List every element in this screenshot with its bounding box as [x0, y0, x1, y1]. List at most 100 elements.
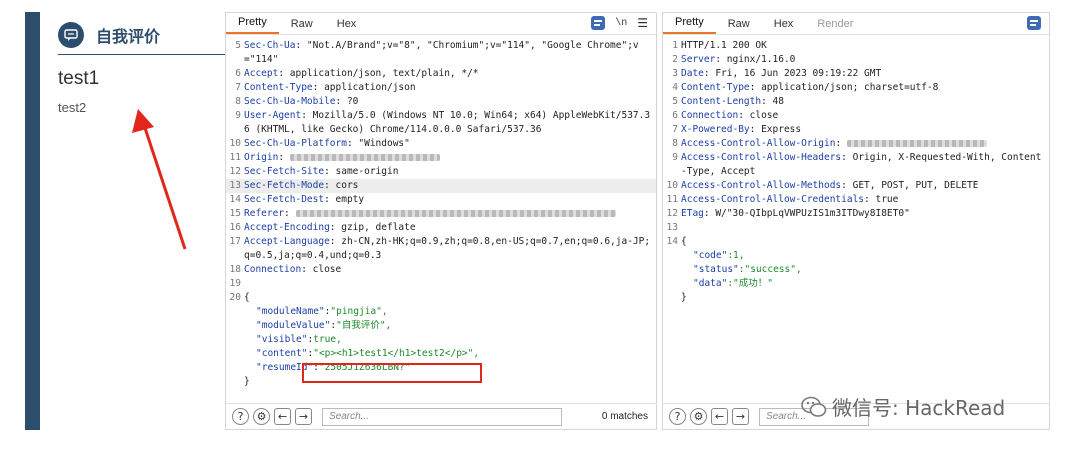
line-number: 8 [672, 138, 678, 149]
header-line: 10 Access-Control-Allow-Methods: GET, POS… [663, 179, 1049, 193]
help-icon[interactable]: ? [669, 408, 686, 425]
header-name: Sec-Fetch-Mode [244, 180, 325, 191]
request-search-input[interactable]: Search... [322, 407, 562, 426]
header-value: : 48 [761, 96, 784, 107]
header-content: Connection: close [244, 263, 656, 277]
line-number [226, 333, 244, 347]
header-content: Access-Control-Allow-Methods: GET, POST,… [681, 179, 1049, 193]
next-match-button[interactable]: → [732, 408, 749, 425]
help-icon[interactable]: ? [232, 408, 249, 425]
line-number: 5 [235, 40, 241, 51]
json-field: "content":"<p><h1>test1</h1>test2</p>", [226, 347, 656, 361]
tab-pretty[interactable]: Pretty [226, 16, 279, 34]
header-content: Sec-Ch-Ua-Mobile: ?0 [244, 95, 656, 109]
header-line: 11 Origin: [226, 151, 656, 165]
header-name: Accept-Encoding [244, 222, 330, 233]
redacted-value [289, 154, 440, 161]
line-number: 14 [666, 236, 678, 247]
header-value: : application/json, text/plain, */* [278, 68, 479, 79]
header-value: : same-origin [324, 166, 399, 177]
header-content: User-Agent: Mozilla/5.0 (Windows NT 10.0… [244, 109, 656, 137]
redacted-value [846, 140, 987, 147]
header-value: : "Not.A/Brand";v="8", "Chromium";v="114… [244, 40, 639, 65]
header-content: Accept-Encoding: gzip, deflate [244, 221, 656, 235]
menu-icon[interactable]: ☰ [637, 17, 648, 29]
response-editor[interactable]: 1 HTTP/1.1 200 OK 2 Server: nginx/1.16.0 3 Da… [663, 39, 1049, 403]
match-count: 0 matches [601, 411, 648, 422]
json-value: :"成功！" [727, 278, 773, 289]
header-line: 13 [663, 221, 1049, 235]
header-name: ETag [681, 208, 704, 219]
word-wrap-icon[interactable] [591, 16, 606, 30]
section-header: 自我评价 [58, 22, 160, 48]
json-open: 14{ [663, 235, 1049, 249]
line-number [226, 319, 244, 333]
json-key: "content" [256, 348, 308, 359]
header-value: : Fri, 16 Jun 2023 09:19:22 GMT [703, 68, 882, 79]
line-number [226, 361, 244, 375]
status-line: 1 HTTP/1.1 200 OK [663, 39, 1049, 53]
content-highlight-box [302, 363, 482, 383]
next-match-button[interactable]: → [295, 408, 312, 425]
json-value: "<p><h1>test1</h1>test2</p>", [313, 348, 480, 359]
request-editor[interactable]: 5 Sec-Ch-Ua: "Not.A/Brand";v="8", "Chromi… [226, 39, 656, 403]
header-name: Origin [244, 152, 279, 163]
line-number: 11 [229, 152, 241, 163]
line-number: 6 [235, 68, 241, 79]
header-content: Referer: [244, 207, 656, 221]
json-field: "status":"success", [663, 263, 1049, 277]
header-value: : "Windows" [346, 138, 410, 149]
header-content: Content-Type: application/json [244, 81, 656, 95]
header-name: Sec-Ch-Ua [244, 40, 296, 51]
json-brace: { [244, 292, 250, 303]
line-number: 11 [666, 194, 678, 205]
header-name: Access-Control-Allow-Origin [681, 138, 836, 149]
header-content: Access-Control-Allow-Origin: [681, 137, 1049, 151]
response-tabs: Pretty Raw Hex Render [663, 13, 1049, 35]
header-value: : Express [749, 124, 802, 135]
prev-match-button[interactable]: ← [711, 408, 728, 425]
tab-raw[interactable]: Raw [716, 18, 762, 34]
json-field: "data":"成功！" [663, 277, 1049, 291]
header-content: Sec-Ch-Ua-Platform: "Windows" [244, 137, 656, 151]
header-content: Origin: [244, 151, 656, 165]
header-line: 5 Content-Length: 48 [663, 95, 1049, 109]
header-content: Access-Control-Allow-Credentials: true [681, 193, 1049, 207]
word-wrap-icon[interactable] [1027, 16, 1041, 30]
json-field: "moduleValue":"自我评价", [226, 319, 656, 333]
tab-pretty[interactable]: Pretty [663, 16, 716, 34]
line-number: 14 [229, 194, 241, 205]
line-number [663, 277, 681, 291]
settings-gear-icon[interactable]: ⚙ [690, 408, 707, 425]
header-name: Sec-Ch-Ua-Platform [244, 138, 347, 149]
line-number: 16 [229, 222, 241, 233]
section-divider [58, 54, 225, 55]
header-content [244, 277, 656, 291]
header-line: 19 [226, 277, 656, 291]
json-value: :1, [727, 250, 745, 261]
tab-render[interactable]: Render [805, 18, 865, 34]
json-value: "pingjia", [330, 306, 388, 317]
line-number: 5 [672, 96, 678, 107]
rendered-page-preview: 自我评价 test1 test2 [40, 12, 225, 430]
tab-hex[interactable]: Hex [325, 18, 369, 34]
line-number: 9 [672, 152, 678, 163]
header-line: 11 Access-Control-Allow-Credentials: true [663, 193, 1049, 207]
tab-hex[interactable]: Hex [762, 18, 806, 34]
prev-match-button[interactable]: ← [274, 408, 291, 425]
json-field-content: "data":"成功！" [681, 277, 1049, 291]
line-number: 1 [672, 40, 678, 51]
line-number: 17 [229, 236, 241, 247]
header-value: : gzip, deflate [329, 222, 416, 233]
header-content: Accept-Language: zh-CN,zh-HK;q=0.9,zh;q=… [244, 235, 656, 263]
settings-gear-icon[interactable]: ⚙ [253, 408, 270, 425]
header-line: 14 Sec-Fetch-Dest: empty [226, 193, 656, 207]
newline-toggle-icon[interactable]: \n [615, 18, 627, 29]
header-line: 3 Date: Fri, 16 Jun 2023 09:19:22 GMT [663, 67, 1049, 81]
header-value: : [835, 138, 847, 149]
json-brace: { [681, 236, 687, 247]
header-content: Date: Fri, 16 Jun 2023 09:19:22 GMT [681, 67, 1049, 81]
line-number [226, 347, 244, 361]
json-field-content: "moduleValue":"自我评价", [256, 320, 392, 331]
tab-raw[interactable]: Raw [279, 18, 325, 34]
